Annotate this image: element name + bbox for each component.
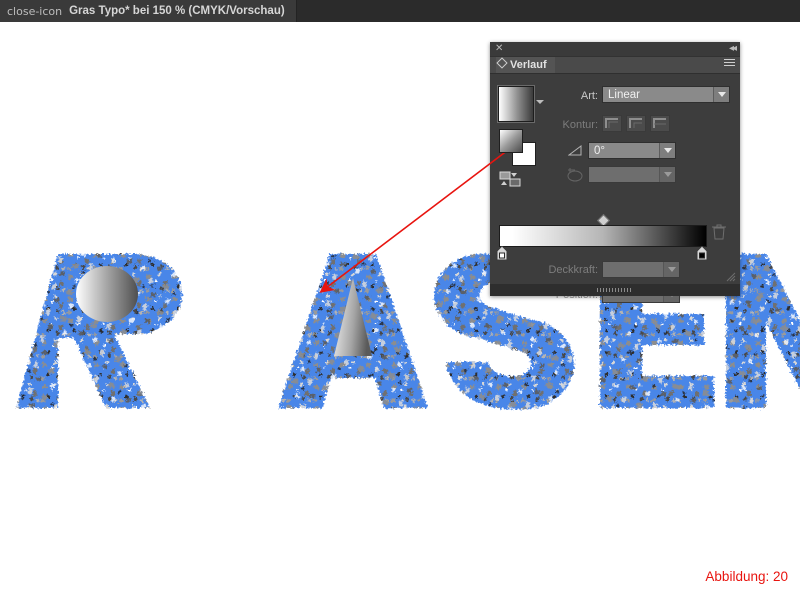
opacity-label: Deckkraft:	[548, 264, 598, 276]
reverse-gradient-icon[interactable]	[499, 171, 523, 187]
gradient-aspect-field[interactable]	[588, 166, 676, 183]
gradient-stop-start[interactable]	[496, 245, 508, 261]
panel-top-bar: ✕ ◂◂	[490, 42, 740, 57]
gradient-angle-value: 0°	[594, 144, 605, 157]
document-tab-title: Gras Typo* bei 150 % (CMYK/Vorschau)	[69, 5, 285, 17]
drag-grip-icon[interactable]	[597, 288, 633, 292]
gradient-type-value: Linear	[608, 88, 640, 101]
collapse-double-chevron-icon[interactable]: ◂◂	[729, 42, 737, 56]
document-tab[interactable]: close-icon Gras Typo* bei 150 % (CMYK/Vo…	[0, 0, 297, 22]
angle-icon	[567, 144, 582, 156]
artboard-canvas[interactable]: ✕ ◂◂ Verlauf Art: Linear Kontur: 0° Deck…	[0, 22, 800, 600]
gradient-angle-field[interactable]: 0°	[588, 142, 676, 159]
gradient-preview-swatch[interactable]	[498, 86, 534, 122]
chevron-down-icon[interactable]	[663, 262, 679, 277]
aspect-ratio-icon	[564, 167, 586, 185]
stroke-gradient-within-button[interactable]	[602, 115, 622, 132]
close-icon[interactable]: close-icon	[7, 6, 62, 17]
chevron-down-icon[interactable]	[659, 143, 675, 158]
gradient-panel[interactable]: ✕ ◂◂ Verlauf Art: Linear Kontur: 0° Deck…	[490, 42, 740, 303]
type-label: Art:	[580, 90, 598, 102]
chevron-down-icon[interactable]	[659, 167, 675, 182]
document-tab-bar: close-icon Gras Typo* bei 150 % (CMYK/Vo…	[0, 0, 800, 22]
stroke-label: Kontur:	[562, 119, 598, 131]
tab-verlauf-label: Verlauf	[510, 59, 547, 71]
fill-swatch[interactable]	[499, 129, 523, 153]
chevron-down-icon[interactable]	[713, 87, 729, 102]
panel-tab-row[interactable]: Verlauf	[490, 57, 740, 74]
gradient-ramp[interactable]	[499, 225, 707, 247]
tab-verlauf[interactable]: Verlauf	[496, 57, 555, 73]
panel-footer-bar[interactable]	[490, 284, 740, 296]
diamond-icon	[496, 57, 508, 69]
gradient-slider[interactable]	[496, 214, 708, 261]
chevron-down-icon[interactable]	[536, 100, 544, 104]
r-counter-gradient	[76, 266, 138, 322]
stroke-gradient-along-button[interactable]	[626, 115, 646, 132]
trash-icon[interactable]	[712, 224, 726, 240]
resize-grip-icon[interactable]	[726, 272, 736, 282]
gradient-type-select[interactable]: Linear	[602, 86, 730, 103]
figure-caption: Abbildung: 20	[705, 569, 788, 584]
stroke-gradient-across-button[interactable]	[650, 115, 670, 132]
close-icon[interactable]: ✕	[495, 42, 503, 56]
panel-menu-icon[interactable]	[721, 59, 735, 70]
opacity-field[interactable]	[602, 261, 680, 278]
panel-body: Art: Linear Kontur: 0° Deckkraft:	[490, 74, 740, 303]
gradient-stop-end[interactable]	[696, 245, 708, 261]
